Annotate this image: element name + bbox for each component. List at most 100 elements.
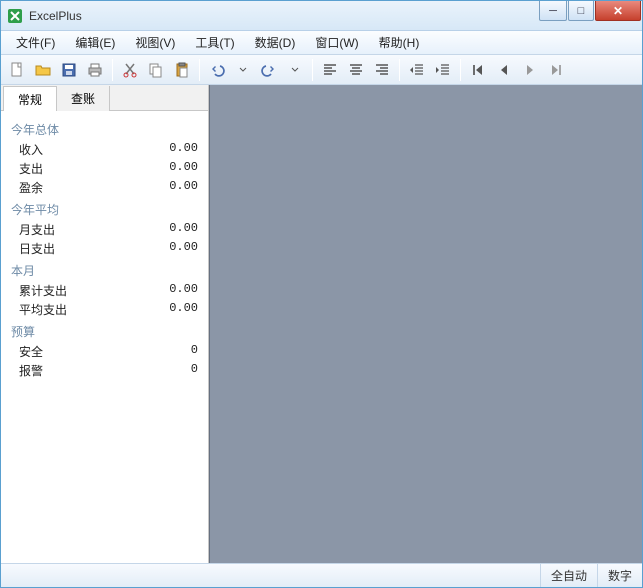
status-spacer [1, 564, 540, 587]
sidebar-tab-label: 查账 [71, 92, 95, 106]
toolbar-separator [199, 59, 200, 81]
minimize-icon: ─ [549, 5, 557, 17]
window-controls: ─ □ ✕ [538, 1, 641, 21]
row-label: 报警 [19, 362, 191, 379]
align-right-button[interactable] [370, 58, 394, 82]
status-auto[interactable]: 全自动 [540, 564, 597, 587]
group-header: 本月 [1, 258, 208, 281]
menu-edit[interactable]: 编辑(E) [66, 31, 124, 54]
indent-button[interactable] [431, 58, 455, 82]
first-icon [470, 62, 486, 78]
close-button[interactable]: ✕ [595, 1, 641, 21]
sidebar-tab-general[interactable]: 常规 [3, 86, 57, 111]
save-button[interactable] [57, 58, 81, 82]
list-item: 累计支出0.00 [1, 281, 208, 300]
menu-view[interactable]: 视图(V) [126, 31, 184, 54]
undo-button[interactable] [205, 58, 229, 82]
redo-icon [261, 62, 277, 78]
row-label: 支出 [19, 160, 169, 177]
row-value: 0.00 [169, 240, 198, 257]
row-value: 0 [191, 362, 198, 379]
maximize-button[interactable]: □ [568, 1, 594, 21]
list-item: 安全0 [1, 342, 208, 361]
last-icon [548, 62, 564, 78]
undo-dropdown[interactable] [231, 58, 255, 82]
align-right-icon [374, 62, 390, 78]
row-label: 月支出 [19, 221, 169, 238]
status-label: 全自动 [551, 567, 587, 584]
toolbar-separator [312, 59, 313, 81]
undo-icon [209, 62, 225, 78]
titlebar[interactable]: ExcelPlus ─ □ ✕ [1, 1, 642, 31]
row-label: 平均支出 [19, 301, 169, 318]
toolbar-separator [112, 59, 113, 81]
close-icon: ✕ [613, 4, 623, 18]
row-value: 0.00 [169, 221, 198, 238]
menubar: 文件(F) 编辑(E) 视图(V) 工具(T) 数据(D) 窗口(W) 帮助(H… [1, 31, 642, 55]
row-value: 0.00 [169, 282, 198, 299]
first-button[interactable] [466, 58, 490, 82]
last-button[interactable] [544, 58, 568, 82]
row-value: 0.00 [169, 301, 198, 318]
next-icon [522, 62, 538, 78]
indent-icon [435, 62, 451, 78]
align-center-button[interactable] [344, 58, 368, 82]
status-label: 数字 [608, 567, 632, 584]
minimize-button[interactable]: ─ [539, 1, 567, 21]
menu-file[interactable]: 文件(F) [7, 31, 64, 54]
sidebar-body: 今年总体 收入0.00 支出0.00 盈余0.00 今年平均 月支出0.00 日… [1, 111, 208, 563]
app-window: ExcelPlus ─ □ ✕ 文件(F) 编辑(E) 视图(V) 工具(T) … [0, 0, 643, 588]
window-title: ExcelPlus [29, 9, 538, 23]
row-label: 收入 [19, 141, 169, 158]
menu-window[interactable]: 窗口(W) [306, 31, 367, 54]
outdent-icon [409, 62, 425, 78]
row-value: 0.00 [169, 179, 198, 196]
cut-icon [122, 62, 138, 78]
new-icon [9, 62, 25, 78]
list-item: 月支出0.00 [1, 220, 208, 239]
menu-tools[interactable]: 工具(T) [186, 31, 243, 54]
align-left-icon [322, 62, 338, 78]
list-item: 收入0.00 [1, 140, 208, 159]
group-header: 预算 [1, 319, 208, 342]
paste-button[interactable] [170, 58, 194, 82]
print-button[interactable] [83, 58, 107, 82]
toolbar [1, 55, 642, 85]
menu-data[interactable]: 数据(D) [246, 31, 305, 54]
row-label: 日支出 [19, 240, 169, 257]
toolbar-separator [460, 59, 461, 81]
statusbar: 全自动 数字 [1, 563, 642, 587]
next-button[interactable] [518, 58, 542, 82]
list-item: 支出0.00 [1, 159, 208, 178]
cut-button[interactable] [118, 58, 142, 82]
status-num[interactable]: 数字 [597, 564, 642, 587]
print-icon [87, 62, 103, 78]
open-button[interactable] [31, 58, 55, 82]
new-button[interactable] [5, 58, 29, 82]
sidebar-tabs: 常规 查账 [1, 85, 208, 111]
app-icon [7, 8, 23, 24]
copy-button[interactable] [144, 58, 168, 82]
align-left-button[interactable] [318, 58, 342, 82]
redo-dropdown[interactable] [283, 58, 307, 82]
sidebar-tab-audit[interactable]: 查账 [57, 86, 110, 111]
align-center-icon [348, 62, 364, 78]
paste-icon [174, 62, 190, 78]
row-label: 盈余 [19, 179, 169, 196]
save-icon [61, 62, 77, 78]
list-item: 盈余0.00 [1, 178, 208, 197]
chevron-down-icon [239, 62, 247, 78]
menu-help[interactable]: 帮助(H) [370, 31, 429, 54]
prev-button[interactable] [492, 58, 516, 82]
outdent-button[interactable] [405, 58, 429, 82]
list-item: 报警0 [1, 361, 208, 380]
sidebar: 常规 查账 今年总体 收入0.00 支出0.00 盈余0.00 今年平均 月支出… [1, 85, 209, 563]
list-item: 平均支出0.00 [1, 300, 208, 319]
toolbar-separator [399, 59, 400, 81]
row-value: 0 [191, 343, 198, 360]
open-icon [35, 62, 51, 78]
workspace[interactable] [209, 85, 642, 563]
row-value: 0.00 [169, 141, 198, 158]
redo-button[interactable] [257, 58, 281, 82]
group-header: 今年总体 [1, 117, 208, 140]
